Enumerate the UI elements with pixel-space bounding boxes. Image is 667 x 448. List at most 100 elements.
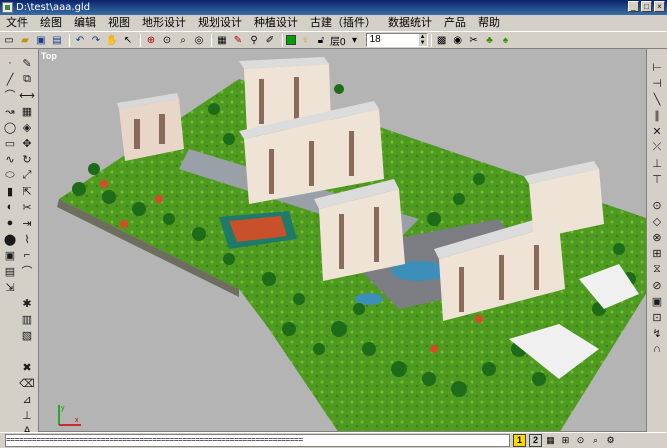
page-2-button[interactable]: 2	[529, 434, 542, 447]
save-all-icon[interactable]: ▤	[50, 33, 64, 47]
stretch-icon[interactable]: ⇱	[20, 184, 34, 198]
delete-icon[interactable]: ✖	[20, 360, 34, 374]
edit-group-icon[interactable]: ▧	[20, 328, 34, 342]
paint-bucket-icon[interactable]: ◐	[3, 200, 17, 214]
snap-center-icon[interactable]: ⊙	[650, 198, 664, 212]
snap-extension-icon[interactable]: ⤫	[650, 140, 664, 154]
snap-insertion-icon[interactable]: ⊞	[650, 246, 664, 260]
lock-layer-icon[interactable]: 🔓︎	[314, 33, 328, 47]
zoom-icon[interactable]: ⌕	[176, 33, 190, 47]
snap-perpendicular-icon[interactable]: ⊥	[650, 156, 664, 170]
grid-icon[interactable]: ▦	[544, 434, 557, 447]
page-1-button[interactable]: 1	[513, 434, 526, 447]
snap-track-icon[interactable]: ↯	[650, 326, 664, 340]
minimize-icon[interactable]: _	[628, 1, 639, 12]
zoom-window-icon[interactable]: ⊙	[160, 33, 174, 47]
measure-icon[interactable]: ⊿	[20, 392, 34, 406]
circle-icon[interactable]: ◯	[3, 120, 17, 134]
snap-endpoint-icon[interactable]: ⊢	[650, 60, 664, 74]
camera-icon[interactable]: ◉	[451, 33, 465, 47]
magnet-icon[interactable]: ∩	[650, 342, 664, 356]
menu-products[interactable]: 产品	[438, 15, 472, 31]
command-line[interactable]: ========================================…	[5, 434, 510, 447]
maximize-icon[interactable]: □	[641, 1, 652, 12]
extend-icon[interactable]: ⇥	[20, 216, 34, 230]
brush-tool-icon[interactable]: ✎	[20, 56, 34, 70]
erase-icon[interactable]: ⌫	[19, 376, 35, 390]
layer-manager-icon[interactable]: ▦	[215, 33, 229, 47]
scale-icon[interactable]: ⤢	[20, 168, 34, 182]
region-icon[interactable]: ▣	[3, 248, 17, 262]
open-file-icon[interactable]: ▰	[18, 33, 32, 47]
menu-edit[interactable]: 编辑	[68, 15, 102, 31]
scissors-icon[interactable]: ✂	[467, 33, 481, 47]
menu-file[interactable]: 文件	[0, 15, 34, 31]
spinner-icon[interactable]: ▲ ▼	[418, 34, 427, 46]
insert-icon[interactable]: ⇲	[3, 280, 17, 294]
model-viewport[interactable]: Top x y	[38, 48, 647, 432]
snap-settings-icon[interactable]: ▣	[650, 294, 664, 308]
spline-icon[interactable]: ∿	[3, 152, 17, 166]
rectangle-icon[interactable]: ▭	[3, 136, 17, 150]
rotate-icon[interactable]: ↻	[20, 152, 34, 166]
select-arrow-icon[interactable]: ↖	[121, 33, 135, 47]
zoom-status-icon[interactable]: ⌕	[589, 434, 602, 447]
offset-icon[interactable]: ◈	[20, 120, 34, 134]
menu-terrain-design[interactable]: 地形设计	[136, 15, 192, 31]
menu-statistics[interactable]: 数据统计	[382, 15, 438, 31]
color-swatch[interactable]	[286, 35, 296, 45]
trim-icon[interactable]: ✂	[20, 200, 34, 214]
menu-draw[interactable]: 绘图	[34, 15, 68, 31]
move-icon[interactable]: ✥	[20, 136, 34, 150]
arc-icon[interactable]: ⌒	[3, 88, 17, 102]
zoom-extents-icon[interactable]: ⊕	[144, 33, 158, 47]
snap-intersection-icon[interactable]: ✕	[650, 124, 664, 138]
ortho-icon[interactable]: ⊞	[559, 434, 572, 447]
dropdown-icon[interactable]: ▾	[348, 33, 362, 47]
new-file-icon[interactable]: ▭	[2, 33, 16, 47]
snap-parallel-icon[interactable]: ∥	[650, 108, 664, 122]
snap-quadrant-icon[interactable]: ◇	[650, 214, 664, 228]
polyline-icon[interactable]: ↝	[3, 104, 17, 118]
snap-line-icon[interactable]: ╲	[650, 92, 664, 106]
copy-icon[interactable]: ⧉	[20, 72, 34, 86]
match-icon[interactable]: ⚲	[247, 33, 261, 47]
snap-grid-icon[interactable]: ⊡	[650, 310, 664, 324]
ellipse-icon[interactable]: ⬭	[3, 168, 17, 182]
menu-help[interactable]: 帮助	[472, 15, 506, 31]
mirror-icon[interactable]: ⟷	[19, 88, 35, 102]
pan-icon[interactable]: ✋	[105, 33, 119, 47]
drop-icon[interactable]: ●	[3, 216, 17, 230]
menu-ancient-building-plugin[interactable]: 古建（插件）	[304, 15, 382, 31]
break-icon[interactable]: ⌇	[20, 232, 34, 246]
menu-planting-design[interactable]: 种植设计	[248, 15, 304, 31]
redo-icon[interactable]: ↷	[89, 33, 103, 47]
point-icon[interactable]: ·	[3, 56, 17, 70]
snap-toggle-icon[interactable]: ⊙	[574, 434, 587, 447]
snap-none-icon[interactable]: ⊘	[650, 278, 664, 292]
plant-icon[interactable]: ♣	[483, 33, 497, 47]
copy-properties-icon[interactable]: ✎	[231, 33, 245, 47]
close-icon[interactable]: ×	[654, 1, 665, 12]
size-field[interactable]: 18 ▲ ▼	[365, 33, 428, 47]
settings-icon[interactable]: ⚙	[604, 434, 617, 447]
snap-midpoint-icon[interactable]: ⊣	[650, 76, 664, 90]
group-icon[interactable]: ▥	[20, 312, 34, 326]
layer-name[interactable]: 层0	[330, 33, 346, 48]
tree-icon[interactable]: ♠	[499, 33, 513, 47]
disk-icon[interactable]: ⬤	[3, 232, 17, 246]
block-icon[interactable]: ▤	[3, 264, 17, 278]
save-icon[interactable]: ▣	[34, 33, 48, 47]
dimension-icon[interactable]: ⊥	[20, 408, 34, 422]
fillet-icon[interactable]: ⌒	[20, 264, 34, 278]
fill-icon[interactable]: ▮	[3, 184, 17, 198]
menu-planning-design[interactable]: 规划设计	[192, 15, 248, 31]
snap-node-icon[interactable]: ⊗	[650, 230, 664, 244]
snap-tangent-icon[interactable]: ⊤	[650, 172, 664, 186]
light-bulb-icon[interactable]: ♀	[298, 33, 312, 47]
brush-icon[interactable]: ✐	[263, 33, 277, 47]
chamfer-icon[interactable]: ⌐	[20, 248, 34, 262]
explode-icon[interactable]: ✱	[20, 296, 34, 310]
array-icon[interactable]: ▦	[20, 104, 34, 118]
menu-view[interactable]: 视图	[102, 15, 136, 31]
